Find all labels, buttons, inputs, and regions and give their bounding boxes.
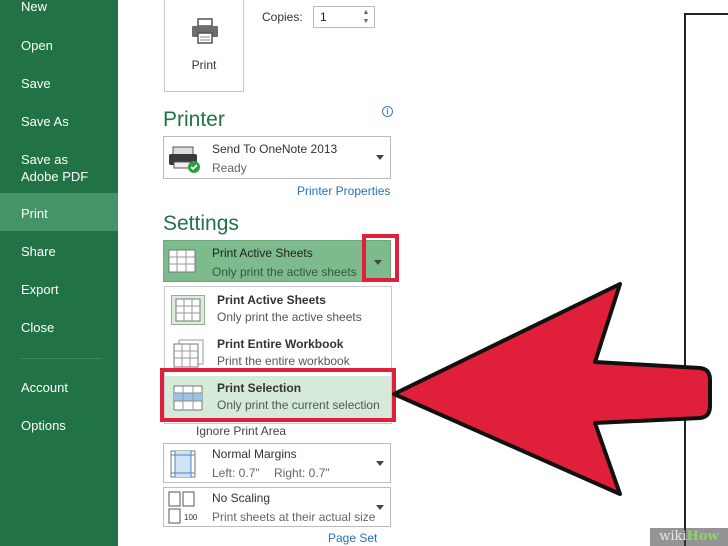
- nav-item-label: Open: [21, 38, 53, 53]
- printer-name: Send To OneNote 2013: [212, 142, 338, 156]
- red-arrow-annotation: [392, 282, 712, 496]
- print-what-desc: Only print the active sheets: [212, 265, 357, 279]
- watermark-part1: wiki: [659, 529, 687, 544]
- nav-item-save[interactable]: Save: [0, 75, 118, 92]
- menu-item-print-active-sheets[interactable]: Print Active Sheets Only print the activ…: [165, 288, 391, 332]
- print-preview-border: [684, 13, 728, 15]
- menu-item-desc: Only print the active sheets: [217, 310, 362, 324]
- nav-item-print[interactable]: Print: [0, 193, 118, 231]
- selection-highlight-box: [160, 368, 396, 422]
- backstage-nav: New Open Save Save As Save as Adobe PDF …: [0, 0, 118, 546]
- nav-item-save-as[interactable]: Save As: [0, 113, 118, 130]
- margins-left: Left: 0.7": [212, 466, 260, 480]
- printer-select[interactable]: Send To OneNote 2013 Ready: [163, 136, 391, 179]
- nav-item-new[interactable]: New: [0, 0, 118, 15]
- menu-item-desc: Print the entire workbook: [217, 354, 350, 368]
- printer-status: Ready: [212, 161, 247, 175]
- spin-up-icon[interactable]: ▲: [360, 8, 372, 17]
- nav-divider: [21, 358, 101, 359]
- nav-item-label: Save: [21, 76, 51, 91]
- copies-value: 1: [320, 10, 327, 24]
- copies-spinner[interactable]: 1 ▲ ▼: [313, 6, 375, 28]
- printer-ready-icon: [169, 146, 200, 173]
- page-setup-link[interactable]: Page Set: [328, 531, 377, 546]
- margins-title: Normal Margins: [212, 447, 297, 461]
- workbook-icon: [173, 339, 204, 368]
- nav-item-open[interactable]: Open: [0, 37, 118, 54]
- scaling-icon-text: 100: [184, 513, 198, 522]
- chevron-down-icon: [376, 505, 384, 510]
- nav-item-label: Print: [21, 206, 48, 221]
- nav-item-close[interactable]: Close: [0, 319, 118, 336]
- printer-properties-link[interactable]: Printer Properties: [297, 184, 390, 198]
- nav-item-label: New: [21, 0, 48, 14]
- ignore-print-area-option[interactable]: Ignore Print Area: [196, 424, 286, 438]
- nav-item-label: Close: [21, 320, 55, 335]
- scaling-title: No Scaling: [212, 491, 271, 505]
- nav-item-label: Save as Adobe PDF: [21, 152, 89, 184]
- menu-item-title: Print Active Sheets: [217, 293, 326, 307]
- info-icon[interactable]: i: [382, 106, 393, 117]
- printer-heading: Printer: [163, 108, 225, 131]
- nav-item-label: Share: [21, 244, 56, 259]
- margins-icon: [170, 450, 196, 478]
- scaling-desc: Print sheets at their actual size: [212, 510, 376, 524]
- nav-item-label: Account: [21, 380, 68, 395]
- nav-item-options[interactable]: Options: [0, 417, 118, 434]
- settings-heading: Settings: [163, 212, 239, 235]
- nav-item-label: Export: [21, 282, 59, 297]
- chevron-down-icon: [376, 155, 384, 160]
- copies-label: Copies:: [262, 10, 303, 24]
- nav-item-save-as-adobe-pdf[interactable]: Save as Adobe PDF: [0, 151, 100, 185]
- wikihow-watermark: wikiHow: [650, 528, 728, 546]
- margins-select[interactable]: Normal Margins Left: 0.7" Right: 0.7": [163, 443, 391, 483]
- nav-item-share[interactable]: Share: [0, 243, 118, 260]
- nav-item-label: Options: [21, 418, 66, 433]
- nav-item-account[interactable]: Account: [0, 379, 118, 396]
- print-panel: Print Copies: 1 ▲ ▼ Printer i Send To On…: [118, 0, 408, 546]
- print-what-select[interactable]: Print Active Sheets Only print the activ…: [163, 240, 363, 282]
- scaling-select[interactable]: 100 No Scaling Print sheets at their act…: [163, 487, 391, 527]
- spin-down-icon[interactable]: ▼: [360, 17, 372, 26]
- dropdown-highlight-box: [362, 234, 399, 282]
- print-what-title: Print Active Sheets: [212, 246, 313, 260]
- watermark-part2: How: [686, 529, 719, 544]
- print-button-label: Print: [191, 58, 217, 72]
- menu-item-title: Print Entire Workbook: [217, 337, 344, 351]
- nav-item-label: Save As: [21, 114, 69, 129]
- margins-right: Right: 0.7": [274, 466, 330, 480]
- chevron-down-icon: [376, 461, 384, 466]
- nav-item-export[interactable]: Export: [0, 281, 118, 298]
- active-sheets-icon: [171, 295, 205, 325]
- printer-icon: [192, 18, 218, 44]
- print-button[interactable]: Print: [164, 0, 244, 92]
- sheet-grid-icon: [168, 249, 196, 273]
